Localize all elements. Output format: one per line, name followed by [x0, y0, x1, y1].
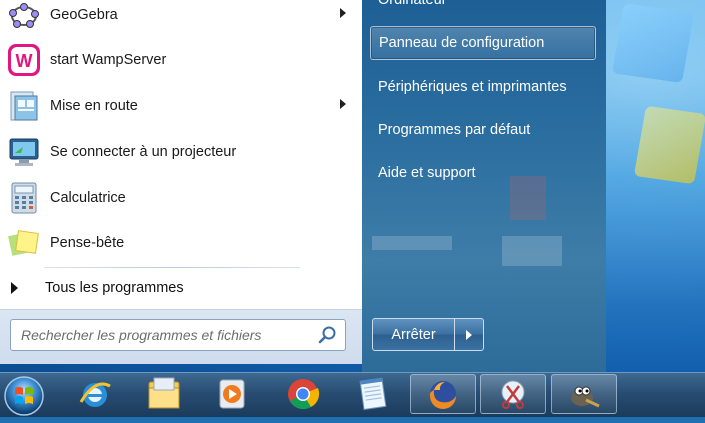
program-label: Se connecter à un projecteur	[50, 144, 237, 160]
background-ghost	[502, 236, 562, 266]
program-item-geogebra[interactable]: GeoGebra	[2, 0, 358, 36]
all-programs-button[interactable]: Tous les programmes	[0, 274, 356, 302]
start-button[interactable]	[2, 374, 46, 418]
taskbar-item-internet-explorer[interactable]	[62, 374, 128, 414]
svg-text:W: W	[16, 51, 33, 71]
file-explorer-icon	[148, 377, 180, 409]
start-menu-places-pane: Ordinateur Panneau de configuration Péri…	[362, 0, 606, 372]
program-item-pense-bete[interactable]: Pense-bête	[2, 222, 358, 264]
taskbar-item-media-player[interactable]	[199, 374, 265, 414]
submenu-arrow-icon	[340, 8, 346, 18]
right-item-programmes-defaut[interactable]: Programmes par défaut	[370, 113, 596, 147]
shutdown-options-button[interactable]	[455, 318, 484, 351]
shutdown-button[interactable]: Arrêter	[372, 318, 455, 351]
getting-started-icon	[6, 88, 42, 124]
shutdown-group: Arrêter	[372, 318, 484, 351]
right-item-label: Aide et support	[378, 165, 476, 181]
background-ghost	[372, 236, 452, 250]
program-item-calculatrice[interactable]: Calculatrice	[2, 177, 358, 219]
wallpaper-light-streak	[606, 0, 705, 372]
right-item-label: Ordinateur	[378, 0, 447, 8]
program-item-wampserver[interactable]: W start WampServer	[2, 39, 358, 81]
program-label: GeoGebra	[50, 7, 118, 23]
submenu-arrow-icon	[340, 99, 346, 109]
taskbar-item-chrome[interactable]	[270, 374, 336, 414]
right-item-aide-support[interactable]: Aide et support	[370, 156, 596, 190]
firefox-icon	[429, 381, 456, 409]
all-programs-label: Tous les programmes	[45, 280, 184, 296]
geogebra-icon	[6, 0, 42, 33]
search-area	[0, 309, 362, 364]
play-arrow-icon	[11, 282, 18, 294]
right-item-label: Programmes par défaut	[378, 122, 531, 138]
taskbar-item-file-explorer[interactable]	[131, 374, 197, 414]
taskbar-item-snipping-tool[interactable]	[480, 374, 546, 414]
notepad-icon	[359, 377, 387, 410]
right-item-label: Périphériques et imprimantes	[378, 79, 567, 95]
taskbar-item-notepad[interactable]	[340, 374, 406, 414]
calculator-icon	[6, 180, 42, 216]
right-item-panneau-configuration[interactable]: Panneau de configuration	[370, 26, 596, 60]
search-box[interactable]	[10, 319, 346, 351]
search-input[interactable]	[11, 320, 317, 350]
separator	[44, 267, 300, 268]
program-item-mise-en-route[interactable]: Mise en route	[2, 85, 358, 127]
program-item-projector[interactable]: Se connecter à un projecteur	[2, 131, 358, 173]
search-icon[interactable]	[317, 324, 339, 346]
taskbar-item-firefox[interactable]	[410, 374, 476, 414]
right-item-ordinateur[interactable]: Ordinateur	[370, 0, 596, 17]
windows-start-orb-icon	[4, 376, 44, 416]
program-label: start WampServer	[50, 52, 167, 68]
chevron-right-icon	[466, 329, 472, 340]
right-item-peripheriques[interactable]: Périphériques et imprimantes	[370, 70, 596, 104]
projector-icon	[6, 134, 42, 170]
taskbar-item-gimp[interactable]	[551, 374, 617, 414]
program-label: Mise en route	[50, 98, 138, 114]
shutdown-label: Arrêter	[391, 326, 436, 343]
sticky-notes-icon	[6, 225, 42, 261]
right-item-label: Panneau de configuration	[379, 35, 545, 51]
wampserver-icon: W	[6, 42, 42, 78]
chrome-icon	[288, 379, 320, 410]
program-label: Calculatrice	[50, 190, 126, 206]
media-player-icon	[219, 379, 245, 409]
internet-explorer-icon	[79, 382, 111, 407]
program-label: Pense-bête	[50, 235, 125, 251]
start-menu-programs-pane: GeoGebra W start WampServer Mise en rout…	[0, 0, 363, 364]
snipping-tool-icon	[501, 380, 525, 409]
gimp-icon	[571, 386, 600, 408]
